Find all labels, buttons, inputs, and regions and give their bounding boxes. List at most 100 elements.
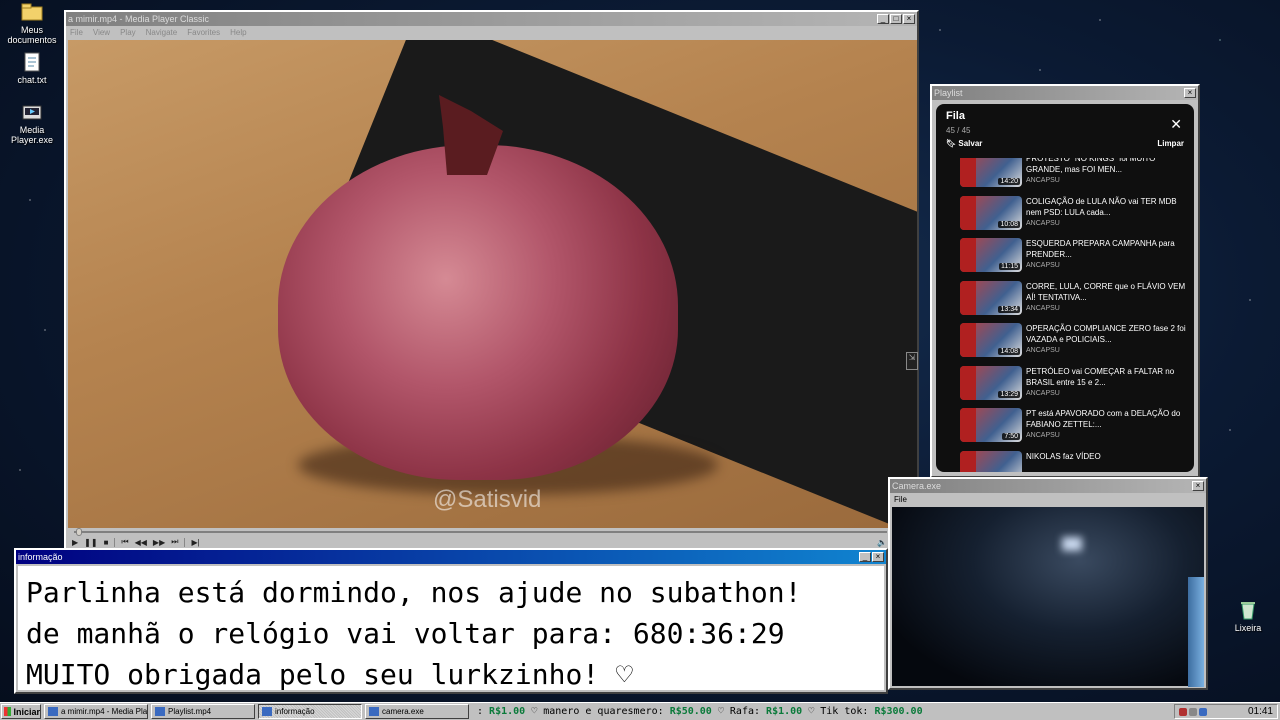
info-text: Parlinha está dormindo, nos ajude no sub… <box>18 566 884 691</box>
window-title: a mimir.mp4 - Media Player Classic <box>68 14 210 24</box>
video-thumbnail: 14:08 <box>960 323 1022 357</box>
recycle-bin-icon <box>1237 600 1259 620</box>
queue-item[interactable]: 13:29 PETRÓLEO vai COMEÇAR a FALTAR no B… <box>936 363 1194 406</box>
queue-item[interactable]: NIKOLAS faz VÍDEO <box>936 448 1194 472</box>
save-button[interactable]: 🔖︎ Salvar <box>946 139 982 148</box>
start-label: Iniciar <box>13 706 40 717</box>
separator <box>184 537 186 547</box>
desktop-icon-media-player[interactable]: Media Player.exe <box>0 102 64 145</box>
queue-item[interactable]: 14:20 PROTESTO "NO KINGS" foi MUITO GRAN… <box>936 158 1194 193</box>
menu-help[interactable]: Help <box>230 28 246 37</box>
ticker-entry: manero e quaresmero: R$50.00 ♡ <box>543 705 730 717</box>
menu-play[interactable]: Play <box>120 28 136 37</box>
info-titlebar[interactable]: informação _ × <box>16 550 886 564</box>
play-icon[interactable]: ▶ <box>72 538 78 547</box>
info-line: Parlinha está dormindo, nos ajude no sub… <box>26 576 802 609</box>
task-label: a mimir.mp4 - Media Playe... <box>61 707 148 716</box>
task-label: Playlist.mp4 <box>168 707 212 716</box>
minimize-button[interactable]: _ <box>859 552 871 562</box>
queue-list: 14:20 PROTESTO "NO KINGS" foi MUITO GRAN… <box>936 158 1194 472</box>
close-button[interactable]: × <box>872 552 884 562</box>
window-title: Playlist <box>934 88 963 98</box>
media-player-icon <box>155 707 165 716</box>
windows-logo-icon <box>4 707 12 716</box>
queue-item[interactable]: 7:50 PT está APAVORADO com a DELAÇÃO do … <box>936 405 1194 448</box>
camera-titlebar[interactable]: Camera.exe × <box>890 479 1206 493</box>
rewind-icon[interactable]: ◀◀ <box>135 538 147 547</box>
task-label: camera.exe <box>382 707 424 716</box>
close-button[interactable]: × <box>903 14 915 24</box>
taskbar-item-info[interactable]: informação <box>258 704 362 719</box>
queue-item[interactable]: 10:08 COLIGAÇÃO de LULA NÃO vai TER MDB … <box>936 193 1194 236</box>
video-thumbnail: 13:29 <box>960 365 1022 400</box>
menu-file[interactable]: File <box>70 28 83 37</box>
channel-name: ANCAPSU <box>1026 347 1060 354</box>
frame-step-icon[interactable]: ▶| <box>191 538 199 547</box>
media-player-window[interactable]: a mimir.mp4 - Media Player Classic _ □ ×… <box>64 10 919 550</box>
channel-name: ANCAPSU <box>1026 177 1060 184</box>
menu-file[interactable]: File <box>894 495 907 504</box>
menu-navigate[interactable]: Navigate <box>146 28 178 37</box>
menu-bar: File View Play Navigate Favorites Help <box>66 26 917 38</box>
ticker-name: Rafa: <box>729 705 761 717</box>
volume-icon[interactable]: 🔈 <box>877 538 887 547</box>
video-watermark: @Satisvid <box>433 486 542 513</box>
close-icon[interactable]: ✕ <box>1170 116 1182 133</box>
desktop-icon-chat-txt[interactable]: chat.txt <box>0 52 64 85</box>
forward-icon[interactable]: ▶▶ <box>153 538 165 547</box>
queue-item[interactable]: 14:08 OPERAÇÃO COMPLIANCE ZERO fase 2 fo… <box>936 320 1194 363</box>
video-thumbnail: 10:08 <box>960 195 1022 230</box>
queue-item[interactable]: 13:34 CORRE, LULA, CORRE que o FLÁVIO VE… <box>936 278 1194 321</box>
pomegranate <box>278 145 678 480</box>
channel-name: ANCAPSU <box>1026 304 1060 312</box>
start-button[interactable]: Iniciar <box>1 704 41 719</box>
video-title: OPERAÇÃO COMPLIANCE ZERO fase 2 foi VAZA… <box>1026 324 1186 344</box>
media-player-titlebar[interactable]: a mimir.mp4 - Media Player Classic _ □ × <box>66 12 917 26</box>
tray-icons[interactable] <box>1179 707 1207 716</box>
seek-bar[interactable] <box>68 528 917 536</box>
system-tray: 01:41 <box>1174 704 1278 719</box>
close-button[interactable]: × <box>1184 88 1196 98</box>
channel-name: ANCAPSU <box>1026 432 1060 439</box>
video-title: COLIGAÇÃO de LULA NÃO vai TER MDB nem PS… <box>1026 196 1177 217</box>
taskbar-item-media-player[interactable]: a mimir.mp4 - Media Playe... <box>44 704 148 719</box>
clock[interactable]: 01:41 <box>1248 706 1273 717</box>
queue-item[interactable]: 11:15 ESQUERDA PREPARA CAMPANHA para PRE… <box>936 235 1194 278</box>
video-thumbnail: 14:20 <box>960 158 1022 187</box>
minimize-button[interactable]: _ <box>877 14 889 24</box>
maximize-button[interactable]: □ <box>890 14 902 24</box>
lamp-glow <box>1062 537 1082 551</box>
menu-favorites[interactable]: Favorites <box>187 28 220 37</box>
video-title: NIKOLAS faz VÍDEO <box>1026 451 1101 461</box>
video-display[interactable]: @Satisvid <box>68 40 917 528</box>
collapse-handle[interactable]: ⇲ <box>906 352 918 370</box>
ticker-entry: Tik tok: R$300.00 <box>820 706 922 717</box>
next-icon[interactable]: ⏭ <box>171 537 178 547</box>
video-duration: 14:08 <box>998 348 1020 355</box>
channel-name: ANCAPSU <box>1026 219 1060 227</box>
taskbar-item-camera[interactable]: camera.exe <box>365 704 469 719</box>
seek-thumb[interactable] <box>76 528 83 536</box>
terminal-icon <box>262 707 272 716</box>
playlist-window[interactable]: Playlist × Fila 45 / 45 ✕ 🔖︎ Salvar Limp… <box>930 84 1200 478</box>
info-window[interactable]: informação _ × Parlinha está dormindo, n… <box>14 548 888 694</box>
window-title: informação <box>18 552 63 562</box>
clear-button[interactable]: Limpar <box>1157 139 1184 148</box>
media-player-icon <box>48 707 58 716</box>
desktop-icon-recycle-bin[interactable]: Lixeira <box>1216 600 1280 633</box>
video-title: ESQUERDA PREPARA CAMPANHA para PRENDER..… <box>1026 239 1175 259</box>
desktop-icon-my-documents[interactable]: Meus documentos <box>0 2 64 45</box>
previous-icon[interactable]: ⏮ <box>121 537 128 547</box>
channel-name: ANCAPSU <box>1026 262 1060 269</box>
video-duration: 13:34 <box>998 305 1020 313</box>
ticker-amount: R$300.00 <box>874 705 923 717</box>
pause-icon[interactable]: ❚❚ <box>84 538 97 547</box>
menu-view[interactable]: View <box>93 28 110 37</box>
playlist-titlebar[interactable]: Playlist × <box>932 86 1198 100</box>
camera-window[interactable]: Camera.exe × File <box>888 477 1208 690</box>
taskbar-item-playlist[interactable]: Playlist.mp4 <box>151 704 255 719</box>
channel-name: ANCAPSU <box>1026 389 1060 397</box>
ticker-amount: R$1.00 <box>766 705 803 717</box>
stop-icon[interactable]: ■ <box>104 538 109 547</box>
close-button[interactable]: × <box>1192 481 1204 491</box>
